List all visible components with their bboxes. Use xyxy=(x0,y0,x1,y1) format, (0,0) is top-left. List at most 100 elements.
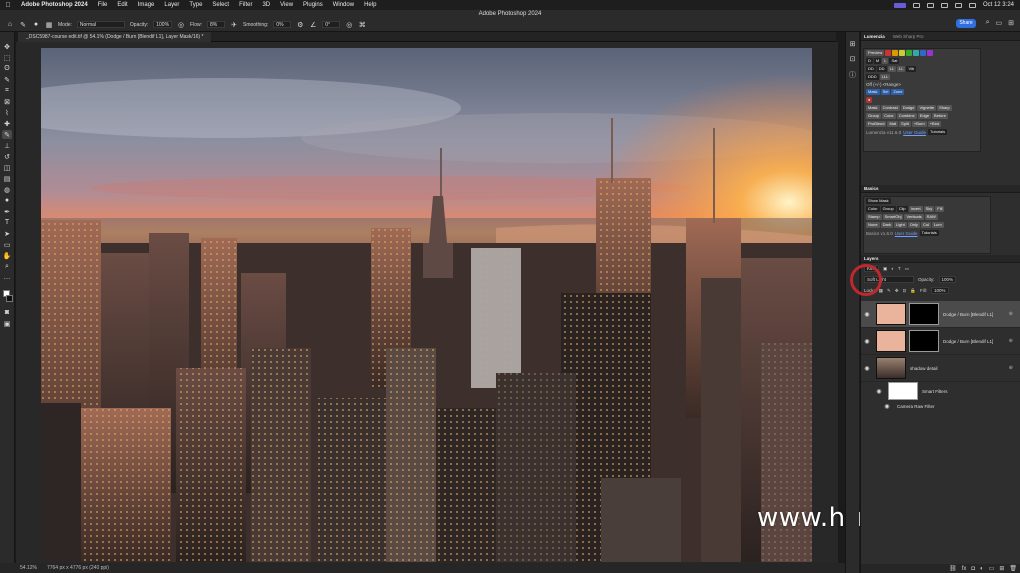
adjustments-icon[interactable]: ⊡ xyxy=(850,55,856,63)
smoothing-field[interactable]: 0% xyxy=(273,21,292,28)
mask-red-button[interactable]: ● xyxy=(866,97,873,103)
color-chip[interactable] xyxy=(892,50,899,56)
action-vignette[interactable]: Vignette xyxy=(917,105,937,111)
menu-edit[interactable]: Edit xyxy=(112,2,132,8)
show-mask-button[interactable]: Show Mask xyxy=(866,198,891,204)
action-sharp[interactable]: Sharp xyxy=(937,105,952,111)
filter-shape-icon[interactable]: ▭ xyxy=(905,266,909,272)
menu-view[interactable]: View xyxy=(275,2,298,8)
basics-tutorials-button[interactable]: Tutorials xyxy=(919,230,939,236)
angle-field[interactable]: 0° xyxy=(322,21,341,28)
basics-smartobj[interactable]: SmartObj xyxy=(882,214,904,220)
visibility-eye-icon[interactable]: ◉ xyxy=(861,311,873,318)
screen-record-icon[interactable] xyxy=(893,2,906,8)
brush-tool-icon[interactable]: ✎ xyxy=(2,130,12,139)
path-select-tool-icon[interactable]: ➤ xyxy=(2,229,12,238)
basics-dark[interactable]: Dark xyxy=(880,222,894,228)
apple-icon[interactable]:  xyxy=(0,2,16,9)
basics-verticals[interactable]: Verticals xyxy=(904,214,924,220)
lock-brush-icon[interactable]: ✎ xyxy=(887,288,891,294)
visibility-eye-icon[interactable]: ◉ xyxy=(881,403,893,410)
action-mask[interactable]: Mask xyxy=(866,105,880,111)
photo-canvas[interactable] xyxy=(41,48,812,562)
layer-name[interactable]: shadow detail xyxy=(910,366,938,371)
menu-3d[interactable]: 3D xyxy=(257,2,275,8)
basics-invert[interactable]: Invert xyxy=(908,206,923,212)
basics-stamp[interactable]: Stamp xyxy=(866,214,882,220)
basics-user-guide-link[interactable]: User Guide xyxy=(895,231,918,236)
filter-adjustment-icon[interactable]: ◐ xyxy=(891,266,894,271)
quick-mask-icon[interactable]: ◙ xyxy=(2,308,12,317)
brush-settings-icon[interactable]: ▦ xyxy=(45,21,53,29)
wifi-icon[interactable] xyxy=(940,2,948,8)
layer-style-icon[interactable]: fx xyxy=(962,566,967,572)
flow-field[interactable]: 8% xyxy=(207,21,225,28)
basics-only[interactable]: Only xyxy=(907,222,920,228)
frame-tool-icon[interactable]: ⊠ xyxy=(2,97,12,106)
menu-image[interactable]: Image xyxy=(133,2,160,8)
zone-dd-button[interactable]: DD xyxy=(876,66,887,72)
arrange-icon[interactable]: ⊞ xyxy=(1008,19,1014,27)
status-item-icon[interactable] xyxy=(926,2,934,8)
new-group-icon[interactable]: ▭ xyxy=(989,565,995,572)
history-brush-tool-icon[interactable]: ↺ xyxy=(2,152,12,161)
camera-raw-filter-label[interactable]: Camera Raw Filter xyxy=(897,404,935,409)
basics-fill[interactable]: Fill xyxy=(935,206,945,212)
color-chip[interactable] xyxy=(913,50,920,56)
zone-sat-button[interactable]: Sat xyxy=(889,58,900,64)
pen-tool-icon[interactable]: ✒ xyxy=(2,207,12,216)
more-tools-icon[interactable]: … xyxy=(2,273,12,282)
symmetry-icon[interactable]: ⌘ xyxy=(358,21,366,29)
layer-fill-field[interactable]: 100% xyxy=(930,287,949,294)
action-problend[interactable]: ProBlend xyxy=(866,121,887,127)
menu-window[interactable]: Window xyxy=(328,2,359,8)
marquee-tool-icon[interactable]: ⬚ xyxy=(2,53,12,62)
dodge-tool-icon[interactable]: ● xyxy=(2,196,12,205)
new-layer-icon[interactable]: ⊞ xyxy=(999,565,1004,572)
zone-ll-button[interactable]: LL xyxy=(887,66,897,72)
basics-col[interactable]: Col xyxy=(920,222,931,228)
lumenzia-tutorials-button[interactable]: Tutorials xyxy=(927,129,948,135)
smart-filters-row[interactable]: ◉ Smart Filters xyxy=(861,381,1020,401)
link-layers-icon[interactable]: ⛓ xyxy=(949,565,957,572)
layer-name[interactable]: Dodge / Burn [Blendif L1] xyxy=(943,312,993,317)
menu-app-name[interactable]: Adobe Photoshop 2024 xyxy=(16,2,93,8)
lasso-tool-icon[interactable]: ʘ xyxy=(2,64,12,73)
control-center-icon[interactable] xyxy=(968,2,976,8)
basics-sky[interactable]: Sky xyxy=(923,206,935,212)
action-before[interactable]: Before xyxy=(932,113,948,119)
angle-icon[interactable]: ∠ xyxy=(309,21,317,29)
selector-zone[interactable]: Zone xyxy=(891,89,905,95)
action-edge[interactable]: Edge xyxy=(917,113,932,119)
action-burn[interactable]: +Burn xyxy=(911,121,927,127)
action-mat[interactable]: Mat xyxy=(887,121,899,127)
filter-row[interactable]: ◉ Camera Raw Filter xyxy=(861,401,1020,411)
search-icon[interactable] xyxy=(954,2,962,8)
layer-name[interactable]: Dodge / Burn [Blendif L1] xyxy=(943,339,993,344)
filter-pixel-icon[interactable]: ▣ xyxy=(883,266,887,272)
type-tool-icon[interactable]: T xyxy=(2,218,12,227)
eraser-tool-icon[interactable]: ◫ xyxy=(2,163,12,172)
menu-select[interactable]: Select xyxy=(207,2,234,8)
clone-stamp-tool-icon[interactable]: ⊥ xyxy=(2,141,12,150)
clock[interactable]: Oct 12 3:24 xyxy=(983,2,1014,8)
menu-file[interactable]: File xyxy=(93,2,113,8)
action-contrast[interactable]: Contrast xyxy=(880,105,900,111)
search-icon[interactable]: ⌕ xyxy=(986,19,990,27)
basics-group[interactable]: Group xyxy=(880,206,896,212)
layer-row[interactable]: ◉ Dodge / Burn [Blendif L1] ⊕ xyxy=(861,301,1020,328)
action-color[interactable]: Color xyxy=(882,113,896,119)
move-tool-icon[interactable]: ✥ xyxy=(2,42,12,51)
blur-tool-icon[interactable]: ◍ xyxy=(2,185,12,194)
crop-tool-icon[interactable]: ⌗ xyxy=(2,86,12,95)
screen-mode-icon[interactable]: ▣ xyxy=(2,319,12,328)
range-label[interactable]: <Range> xyxy=(883,82,902,87)
visibility-eye-icon[interactable]: ◉ xyxy=(861,365,873,372)
opacity-field[interactable]: 100% xyxy=(153,21,173,28)
filter-type-icon[interactable]: T xyxy=(898,266,901,271)
basics-color[interactable]: Color xyxy=(866,206,880,212)
zone-l-button[interactable]: L xyxy=(882,58,889,64)
color-chip[interactable] xyxy=(920,50,927,56)
basics-raw[interactable]: RAW xyxy=(924,214,938,220)
selector-sel[interactable]: Sel xyxy=(880,89,891,95)
